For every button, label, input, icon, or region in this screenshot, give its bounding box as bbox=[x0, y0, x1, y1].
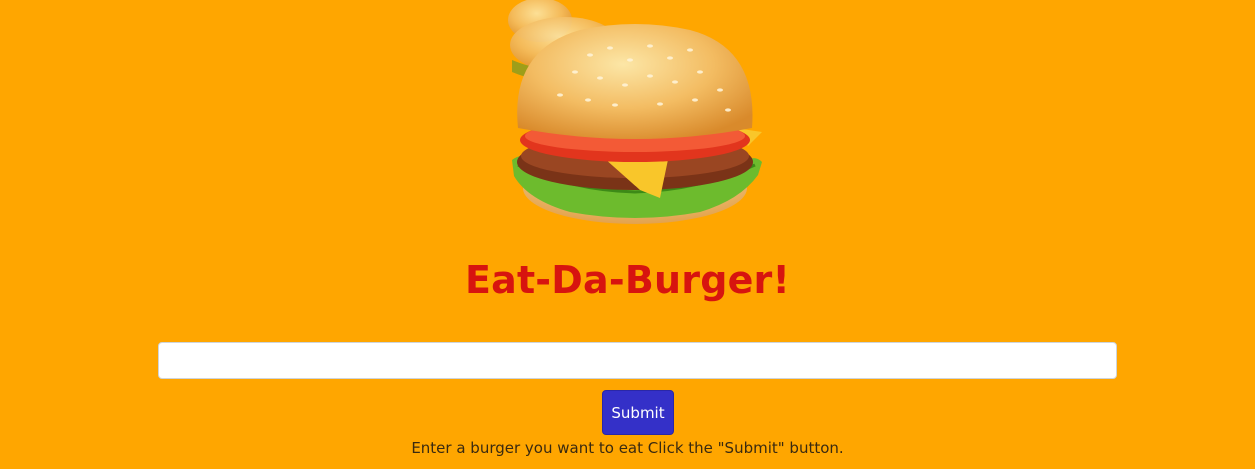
burger-name-input[interactable] bbox=[158, 342, 1117, 379]
submit-button[interactable]: Submit bbox=[602, 390, 674, 435]
page-title: Eat-Da-Burger! bbox=[464, 258, 791, 302]
burger-image-icon bbox=[508, 0, 762, 224]
help-text: Enter a burger you want to eat Click the… bbox=[411, 439, 844, 457]
